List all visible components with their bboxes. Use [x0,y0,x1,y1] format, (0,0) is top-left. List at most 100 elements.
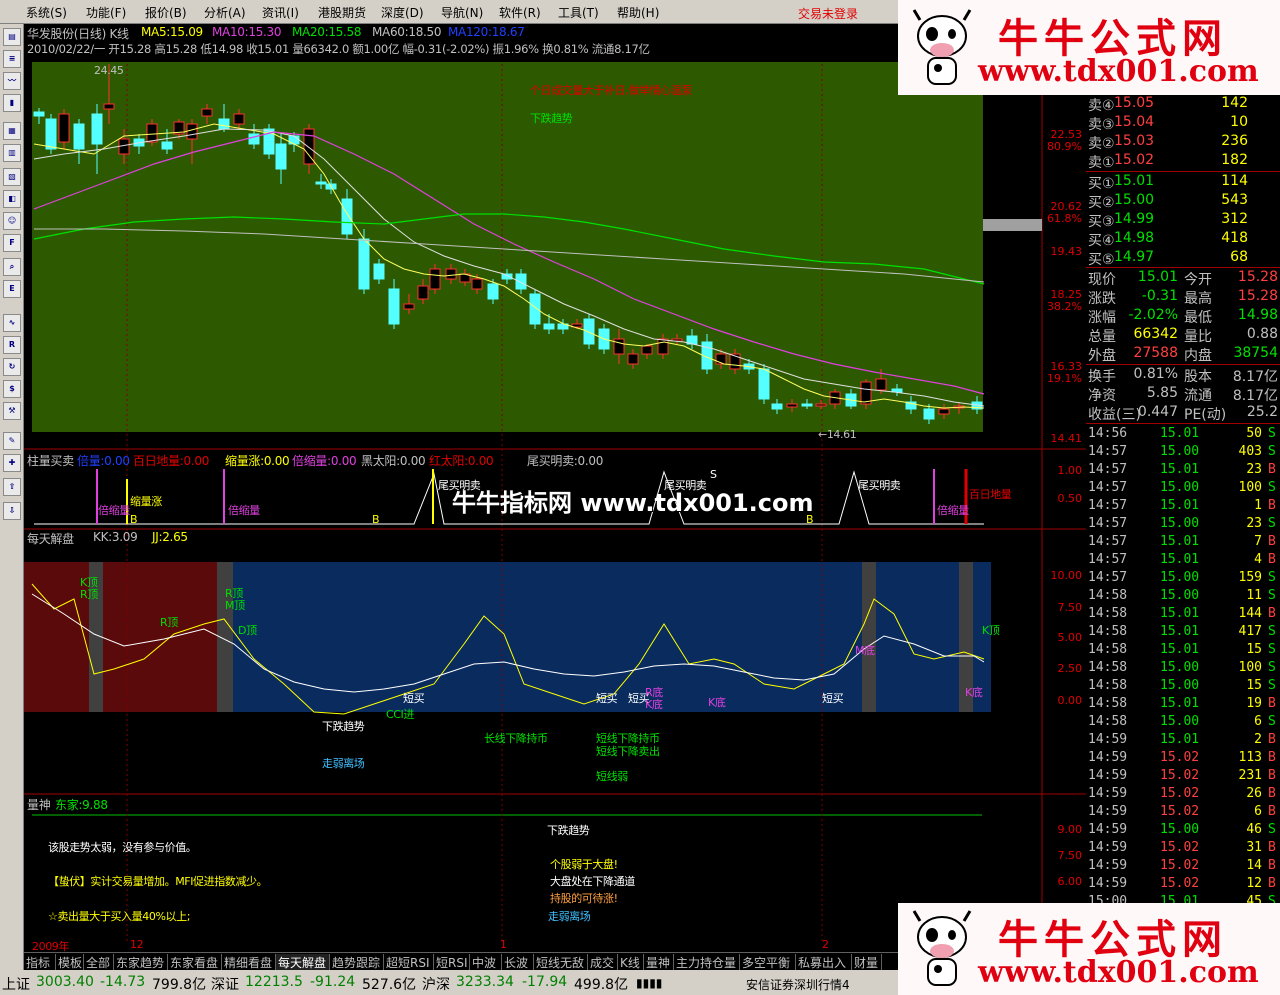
tab-14[interactable]: K线 [618,954,644,970]
tab-11[interactable]: 长波 [502,954,534,970]
menu-quote[interactable]: 报价(B) [145,4,187,21]
chart-icon[interactable]: ▤ [3,28,21,46]
tab-2[interactable]: 全部 [84,954,114,970]
tick-cell: B [1268,750,1276,765]
analysis-text: ☆卖出量大于买入量40%以上; [48,910,191,923]
report-icon[interactable]: ▦ [3,122,21,140]
rsi-icon[interactable]: R [3,336,21,354]
tick-cell: 14:59 [1088,786,1128,801]
ma10-value: MA10:15.30 [212,25,282,39]
candle-body [248,133,260,145]
quote-cell: 236 [1221,133,1248,149]
tab-12[interactable]: 短线无敌 [534,954,588,970]
candle-body [657,338,669,355]
f10-icon[interactable]: F [3,234,21,252]
menu-analysis[interactable]: 分析(A) [204,4,246,21]
tick-cell: S [1268,516,1276,531]
signal-label: 倍缩量 [937,504,969,517]
quote-cell: 68 [1230,249,1248,265]
scale-label: 7.50 [1057,849,1083,862]
tick-cell: 14:59 [1088,804,1128,819]
tick-cell: 403 [1238,444,1262,459]
tick-cell: B [1268,696,1276,711]
index-hs-change: -17.94 [522,974,568,990]
arrow-down-icon[interactable]: ⇩ [3,502,21,520]
wrench-icon[interactable]: ⚒ [3,402,21,420]
ad-banner-bottom[interactable]: 牛牛公式网 www.tdx001.com [898,903,1280,995]
tab-7[interactable]: 趋势跟踪 [330,954,384,970]
zoom-icon[interactable]: ✚ [3,454,21,472]
candle-body [471,278,483,290]
tab-0[interactable]: 指标 [24,954,56,970]
etf-icon[interactable]: E [3,280,21,298]
menu-hk-futures[interactable]: 港股期货 [318,4,366,21]
grid-icon[interactable]: ▧ [3,168,21,186]
tab-16[interactable]: 主力持仓量 [674,954,740,970]
list-icon[interactable]: ≡ [3,50,21,68]
tick-cell: S [1268,660,1276,675]
tick-cell: 15 [1246,642,1262,657]
menu-tools[interactable]: 工具(T) [558,4,599,21]
money-icon[interactable]: $ [3,380,21,398]
menu-nav[interactable]: 导航(N) [441,4,483,21]
tab-17[interactable]: 多空平衡 [740,954,796,970]
signal-label: B [372,513,380,526]
menu-software[interactable]: 软件(R) [499,4,541,21]
users-icon[interactable]: ☺ [3,212,21,230]
quote-cell: 15.28 [1237,288,1278,304]
tab-9[interactable]: 短RSI [434,954,470,970]
trade-status[interactable]: 交易未登录 [798,5,858,22]
p2-value: 尾买明卖:0.00 [527,454,604,468]
tab-15[interactable]: 量神 [644,954,674,970]
tab-5[interactable]: 精细看盘 [222,954,276,970]
arrow-up-icon[interactable]: ⇧ [3,478,21,496]
tab-3[interactable]: 东家趋势 [114,954,168,970]
tick-cell: 11 [1246,588,1262,603]
cow-logo-icon [912,9,972,85]
signal-label: 短线弱 [596,770,628,783]
tick-row: 14:58 15.00 6 S [1088,714,1278,732]
quote-cell: 0.88 [1246,326,1278,342]
stat-row: 现价 15.01 今开 15.28 [1088,269,1278,288]
tab-19[interactable]: 财量 [852,954,882,970]
menu-system[interactable]: 系统(S) [26,4,67,21]
wave-icon[interactable]: ∿ [3,314,21,332]
scale-label: 14.41 [1050,432,1083,445]
tab-13[interactable]: 成交 [588,954,618,970]
refresh-icon[interactable]: ↻ [3,358,21,376]
tick-cell: 15 [1246,678,1262,693]
tick-cell: 14:57 [1088,552,1128,567]
p3-jj: JJ:2.65 [152,530,188,544]
pencil-icon[interactable]: ✎ [3,432,21,450]
menu-news[interactable]: 资讯(I) [262,4,299,21]
tick-cell: S [1268,714,1276,729]
search-icon[interactable]: ⌕ [3,258,21,276]
menu-help[interactable]: 帮助(H) [617,4,659,21]
signal-label: D顶 [238,624,257,637]
tab-18[interactable]: 私募出入 [796,954,852,970]
tick-cell: 100 [1238,660,1262,675]
candle-body [583,318,595,345]
ad-banner-top[interactable]: 牛牛公式网 www.tdx001.com [898,0,1280,95]
tab-10[interactable]: 中波 [470,954,502,970]
line-chart-icon[interactable]: 〰 [3,72,21,90]
signal-label: 走弱离场 [322,757,365,770]
analysis-text: 持股的可待涨! [550,892,618,905]
candle-icon[interactable]: ▮ [3,94,21,112]
table-icon[interactable]: ▥ [3,144,21,162]
tick-cell: S [1268,480,1276,495]
menu-depth[interactable]: 深度(D) [381,4,424,21]
quote-cell: -0.31 [1141,288,1178,304]
tab-6[interactable]: 每天解盘 [276,954,330,970]
tick-cell: 113 [1238,750,1262,765]
tab-4[interactable]: 东家看盘 [168,954,222,970]
kline-background [32,62,983,432]
menu-function[interactable]: 功能(F) [86,4,126,21]
candle-body [758,368,770,400]
tab-8[interactable]: 超短RSI [384,954,434,970]
tick-cell: 15.01 [1160,624,1200,639]
tick-row: 14:59 15.02 113 B [1088,750,1278,768]
tab-1[interactable]: 模板 [56,954,84,970]
folder-icon[interactable]: ◧ [3,190,21,208]
tick-row: 14:57 15.01 23 B [1088,462,1278,480]
